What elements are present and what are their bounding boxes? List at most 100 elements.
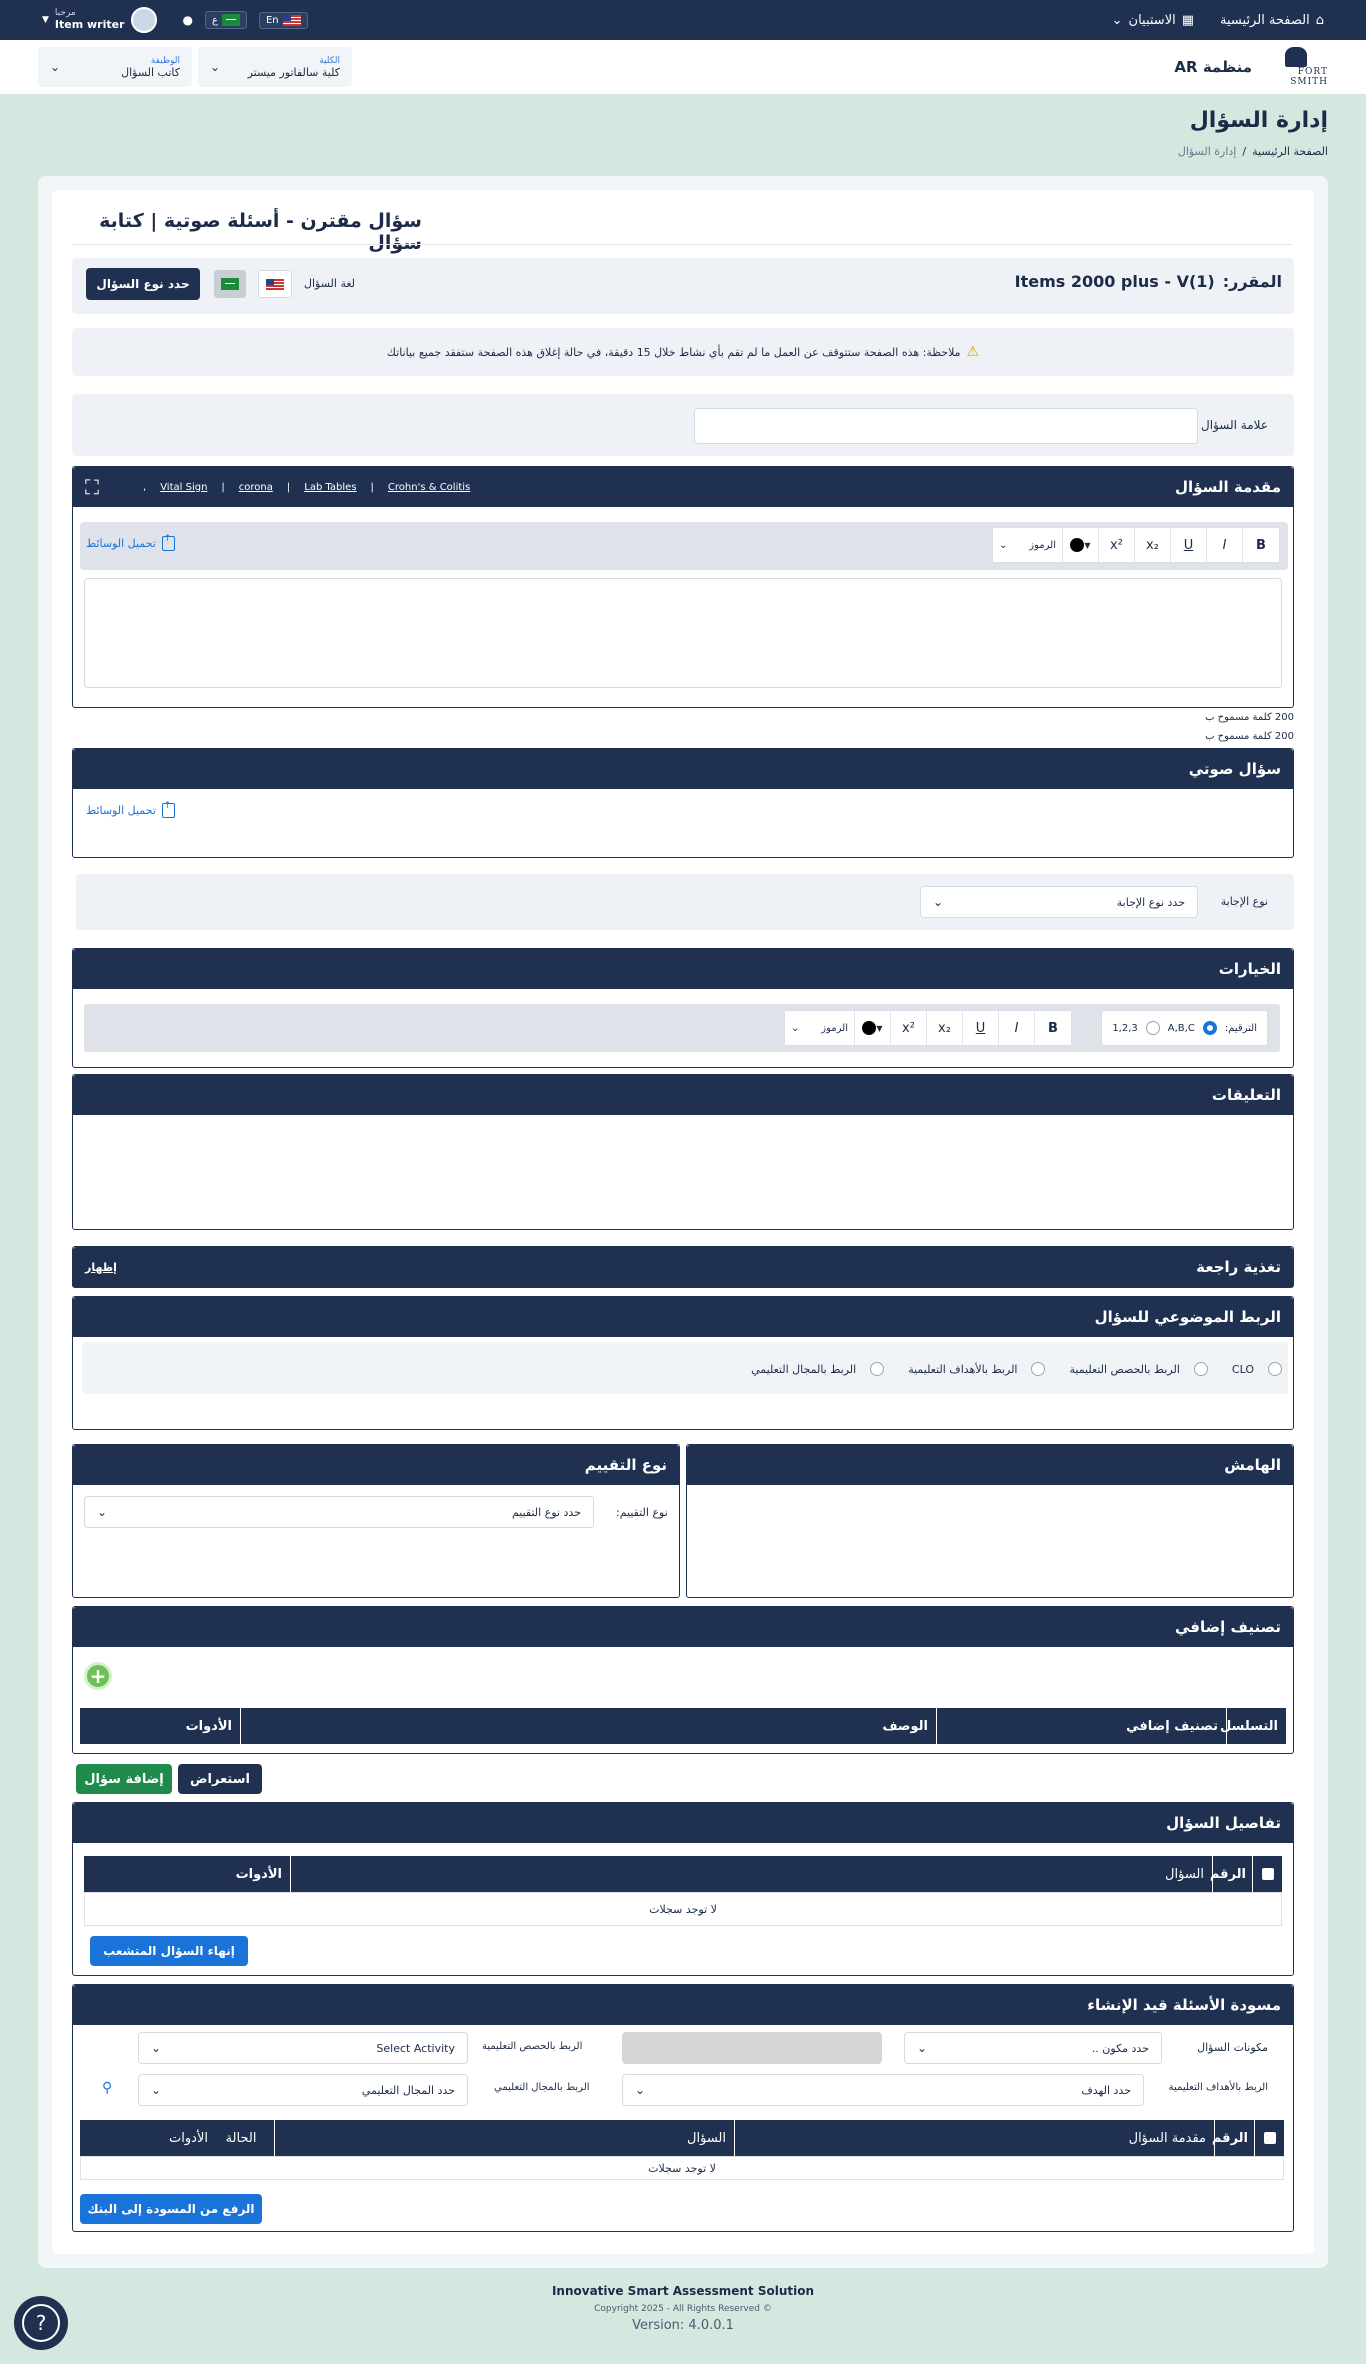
user-menu[interactable]: ▼ مرحبا Item writer bbox=[42, 7, 157, 33]
intro-word-limit: 200 كلمة مسموح ب bbox=[1205, 712, 1294, 723]
show-feedback-link[interactable]: إظهار bbox=[85, 1261, 117, 1274]
link-crohns[interactable]: Crohn's & Colitis bbox=[388, 482, 470, 493]
role-select[interactable]: الوظيفة كاتب السؤال ⌄ bbox=[38, 47, 192, 87]
radio-abc[interactable] bbox=[1202, 1021, 1217, 1035]
numbering-box: الترقيم: A,B,C 1,2,3 bbox=[1101, 1010, 1268, 1046]
home-icon: ⌂ bbox=[1315, 12, 1324, 28]
radio-lessons[interactable] bbox=[1193, 1362, 1208, 1376]
link-corona[interactable]: corona bbox=[239, 482, 273, 493]
breadcrumb-home[interactable]: الصفحة الرئيسية bbox=[1252, 145, 1328, 158]
chevron-down-icon: ⌄ bbox=[999, 539, 1008, 551]
symbols-dropdown[interactable]: ⌄ الرموز bbox=[785, 1011, 855, 1045]
subscript-button[interactable]: x₂ bbox=[1135, 528, 1171, 562]
bold-button[interactable]: B bbox=[1243, 528, 1279, 562]
upload-to-bank-button[interactable]: الرفع من المسودة إلى البنك bbox=[80, 2194, 262, 2224]
components-select[interactable]: حدد مكون .. ⌄ bbox=[904, 2032, 1162, 2064]
grid-icon: ▦ bbox=[1181, 12, 1195, 28]
underline-button[interactable]: U bbox=[963, 1011, 999, 1045]
org-name: منظمة AR bbox=[1174, 58, 1252, 76]
extra-table-header: التسلسل تصنيف إضافي الوصف الأدوات bbox=[80, 1708, 1286, 1744]
text-color-button[interactable]: ▼ bbox=[855, 1011, 891, 1045]
domain-select[interactable]: حدد المجال التعليمي ⌄ bbox=[138, 2074, 468, 2106]
radio-clo[interactable] bbox=[1268, 1362, 1282, 1376]
audio-section: سؤال صوتي bbox=[72, 748, 1294, 858]
radio-domain[interactable] bbox=[870, 1362, 885, 1376]
chevron-down-icon: ⌄ bbox=[1111, 12, 1123, 28]
search-icon[interactable]: ⚲ bbox=[102, 2080, 112, 2096]
symbols-dropdown[interactable]: ⌄ الرموز bbox=[993, 528, 1063, 562]
page-title: إدارة السؤال bbox=[1189, 108, 1328, 133]
mapping-radios: CLO الربط بالحصص التعليمية الربط بالأهدا… bbox=[751, 1362, 1282, 1376]
margin-section: الهامش bbox=[686, 1444, 1294, 1598]
add-classification-icon[interactable]: + bbox=[84, 1662, 112, 1690]
italic-button[interactable]: I bbox=[999, 1011, 1035, 1045]
choices-toolbar: ⌄ الرموز ▼ x² x₂ U I B bbox=[784, 1010, 1072, 1046]
fullscreen-icon[interactable]: ⛶ bbox=[85, 475, 99, 499]
mark-label: علامة السؤال bbox=[1201, 418, 1268, 432]
intro-word-limit-2: 200 كلمة مسموح ب bbox=[1205, 731, 1294, 742]
lessons-label: الربط بالحصص التعليمية bbox=[482, 2041, 583, 2052]
help-button[interactable]: ? bbox=[14, 2296, 68, 2350]
home-link[interactable]: ⌂ الصفحة الرئيسية bbox=[1220, 13, 1324, 28]
lessons-disabled-field bbox=[622, 2032, 882, 2064]
details-table-header: الرقم السؤال الأدوات bbox=[84, 1856, 1282, 1892]
assessment-label: نوع التقييم: bbox=[616, 1506, 668, 1519]
avatar bbox=[130, 7, 157, 33]
chevron-down-icon: ⌄ bbox=[151, 2083, 162, 2097]
link-lab-tables[interactable]: Lab Tables bbox=[304, 482, 356, 493]
lang-ar-toggle[interactable]: ع bbox=[205, 11, 247, 29]
intro-editor[interactable] bbox=[84, 578, 1282, 688]
answer-type-label: نوع الإجابة bbox=[1220, 895, 1268, 908]
upload-file-icon bbox=[161, 801, 175, 818]
drafts-empty-row: لا توجد سجلات bbox=[80, 2156, 1284, 2180]
link-vital-sign[interactable]: Vital Sign bbox=[160, 482, 207, 493]
underline-button[interactable]: U bbox=[1171, 528, 1207, 562]
assessment-select[interactable]: حدد نوع التقييم ⌄ bbox=[84, 1496, 594, 1528]
chevron-down-icon: ⌄ bbox=[933, 895, 944, 909]
text-color-button[interactable]: ▼ bbox=[1063, 528, 1099, 562]
superscript-button[interactable]: x² bbox=[891, 1011, 927, 1045]
comments-section: التعليقات bbox=[72, 1074, 1294, 1230]
set-question-type-button[interactable]: حدد نوع السؤال bbox=[86, 268, 200, 300]
review-button[interactable]: استعراض bbox=[178, 1764, 262, 1794]
chevron-down-icon: ⌄ bbox=[50, 60, 61, 74]
saudi-flag-icon bbox=[221, 278, 239, 290]
chevron-down-icon: ⌄ bbox=[791, 1022, 800, 1034]
radio-123[interactable] bbox=[1145, 1021, 1160, 1035]
college-select[interactable]: الكلية كلية سالفاتور ميستر ⌄ bbox=[198, 47, 352, 87]
intro-upload-link[interactable]: تحميل الوسائط bbox=[86, 534, 175, 551]
notice-box: ⚠ ملاحظة: هذه الصفحة ستتوقف عن العمل ما … bbox=[72, 328, 1294, 376]
lang-en-toggle[interactable]: En bbox=[258, 11, 308, 29]
lang-sa-button[interactable] bbox=[214, 270, 246, 298]
add-question-button[interactable]: إضافة سؤال bbox=[76, 1764, 172, 1794]
select-all-checkbox[interactable] bbox=[1261, 1868, 1274, 1880]
question-title: سؤال مقترن - أسئلة صوتية | كتابة سؤال bbox=[99, 210, 422, 254]
superscript-button[interactable]: x² bbox=[1099, 528, 1135, 562]
audio-upload-link[interactable]: تحميل الوسائط bbox=[86, 801, 175, 818]
org-header: FORT SMITH منظمة AR الكلية كلية سالفاتور … bbox=[0, 40, 1366, 94]
chevron-down-icon: ⌄ bbox=[97, 1505, 108, 1519]
radio-objectives[interactable] bbox=[1031, 1362, 1046, 1376]
breadcrumb: الصفحة الرئيسية / إدارة السؤال bbox=[1177, 145, 1328, 158]
course-info: المقرر: Items 2000 plus - V(1) bbox=[1014, 272, 1282, 291]
warning-icon: ⚠ bbox=[966, 344, 980, 360]
lang-us-button[interactable] bbox=[258, 270, 292, 298]
subscript-button[interactable]: x₂ bbox=[927, 1011, 963, 1045]
survey-menu[interactable]: ▦ الاستبيان ⌄ bbox=[1112, 13, 1194, 28]
objectives-select[interactable]: حدد الهدف ⌄ bbox=[622, 2074, 1144, 2106]
chevron-down-icon: ⌄ bbox=[210, 60, 221, 74]
italic-button[interactable]: I bbox=[1207, 528, 1243, 562]
question-mark-icon: ? bbox=[22, 2304, 60, 2342]
bold-button[interactable]: B bbox=[1035, 1011, 1071, 1045]
activity-select[interactable]: Select Activity ⌄ bbox=[138, 2032, 468, 2064]
footer: Innovative Smart Assessment Solution Cop… bbox=[551, 2284, 815, 2333]
finish-branched-button[interactable]: إنهاء السؤال المتشعب bbox=[90, 1936, 248, 1966]
bell-icon[interactable]: ● bbox=[183, 13, 193, 27]
answer-type-select[interactable]: حدد نوع الإجابة ⌄ bbox=[920, 886, 1198, 918]
chevron-down-icon: ⌄ bbox=[917, 2041, 928, 2055]
feedback-section: تغذية راجعة إظهار bbox=[72, 1246, 1294, 1288]
drafts-table-header: الرقم مقدمة السؤال السؤال الحالة الأدوات bbox=[80, 2120, 1284, 2156]
chevron-down-icon: ⌄ bbox=[151, 2041, 162, 2055]
select-all-drafts-checkbox[interactable] bbox=[1263, 2132, 1276, 2144]
mark-input[interactable] bbox=[694, 408, 1198, 444]
